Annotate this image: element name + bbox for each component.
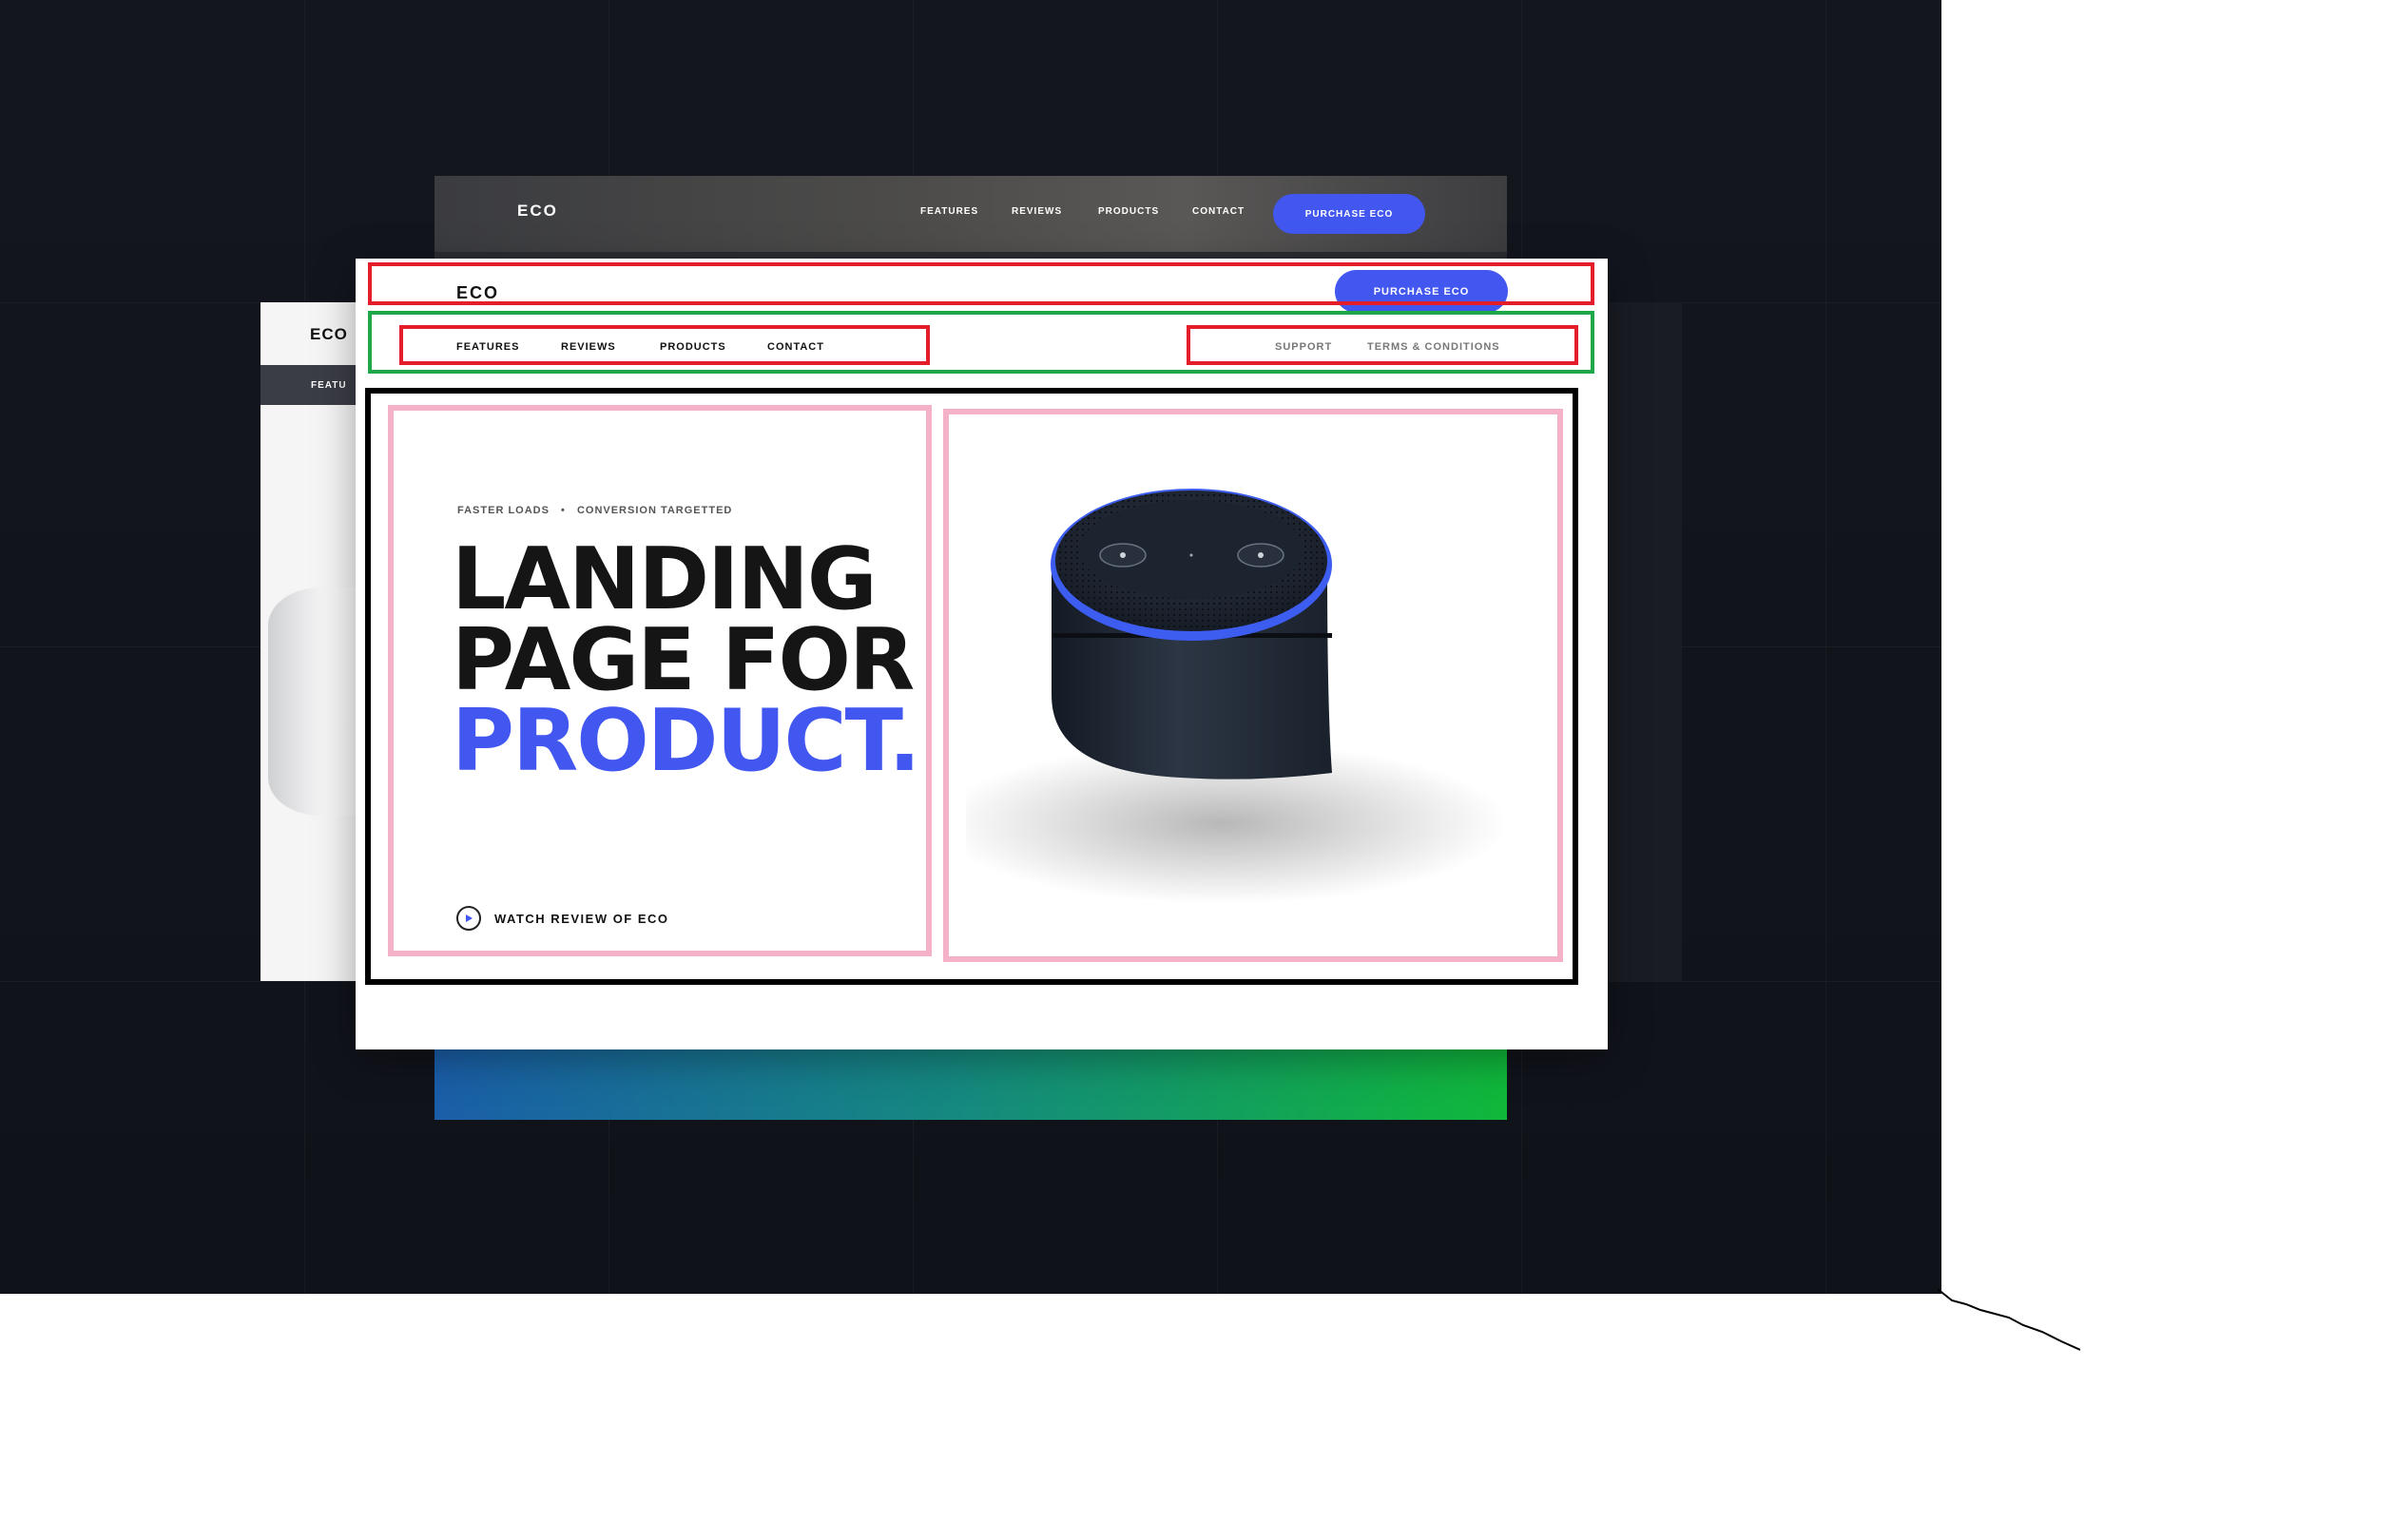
annotation-header-box [368,262,1594,305]
nav-contact[interactable]: CONTACT [767,341,824,353]
torn-paper-edge [1938,1289,2080,1351]
nav-products[interactable]: PRODUCTS [660,341,726,353]
back-nav-products[interactable]: PRODUCTS [1098,206,1159,217]
hero-headline: LANDING PAGE FOR PRODUCT. [452,529,921,791]
tagline-right: CONVERSION TARGETTED [576,505,733,516]
headline-line-3: PRODUCT. [452,691,921,791]
back-nav-contact[interactable]: CONTACT [1192,206,1245,217]
back-logo: ECO [517,202,558,220]
back-nav-features[interactable]: FEATURES [920,206,978,217]
nav-terms[interactable]: TERMS & CONDITIONS [1367,341,1500,353]
back-header: ECO FEATURES REVIEWS PRODUCTS CONTACT PU… [434,176,1507,252]
left-nav-fragment[interactable]: FEATU [311,380,347,391]
nav-support[interactable]: SUPPORT [1275,341,1332,353]
play-icon[interactable] [456,906,481,931]
tagline-separator: • [561,505,566,516]
annotation-product-box [943,409,1563,962]
nav-features[interactable]: FEATURES [456,341,519,353]
watch-review-link[interactable]: WATCH REVIEW OF ECO [456,906,669,931]
front-mockup-card: ECO PURCHASE ECO FEATURES REVIEWS PRODUC… [356,259,1608,1049]
back-purchase-button[interactable]: PURCHASE ECO [1273,194,1425,234]
headline-line-1: LANDING [452,529,878,629]
nav-reviews[interactable]: REVIEWS [561,341,616,353]
back-nav-reviews[interactable]: REVIEWS [1012,206,1062,217]
watch-review-label[interactable]: WATCH REVIEW OF ECO [494,912,669,926]
hero-tagline: FASTER LOADS • CONVERSION TARGETTED [457,505,732,516]
headline-line-2: PAGE FOR [452,610,915,710]
tagline-left: FASTER LOADS [457,505,550,516]
left-logo: ECO [310,325,348,343]
